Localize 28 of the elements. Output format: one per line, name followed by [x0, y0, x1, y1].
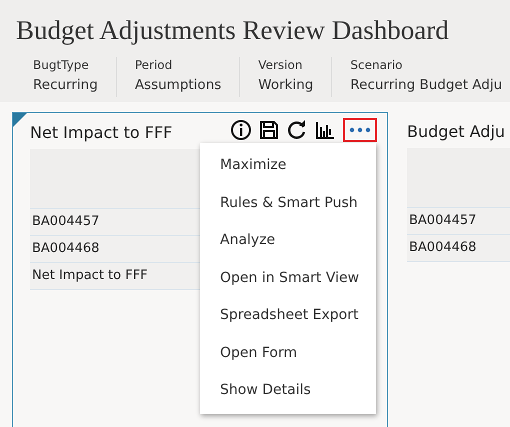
- filter-label: Period: [134, 57, 174, 73]
- refresh-button[interactable]: [287, 120, 307, 140]
- filter-value[interactable]: Recurring Budget Adju: [350, 75, 502, 95]
- ellipsis-icon: [349, 126, 371, 134]
- info-button[interactable]: [231, 120, 251, 140]
- corner-marker: [13, 113, 27, 127]
- panel-title: Net Impact to FFF: [30, 122, 172, 142]
- save-button[interactable]: [259, 120, 279, 140]
- bar-chart-button[interactable]: [315, 120, 335, 140]
- filter-value[interactable]: Assumptions: [134, 75, 222, 95]
- filter-label: Version: [258, 57, 304, 73]
- filter-label: Scenario: [350, 57, 404, 73]
- info-icon: [231, 120, 251, 140]
- bar-chart-icon: [315, 120, 335, 140]
- menu-item[interactable]: Spreadsheet Export: [200, 297, 376, 334]
- menu-item[interactable]: Show Details: [200, 372, 376, 410]
- dashboard-title: Budget Adjustments Review Dashboard: [16, 14, 450, 46]
- panel-title: Budget Adju: [407, 122, 506, 140]
- menu-item[interactable]: Maximize: [200, 147, 376, 184]
- row-label: BA004468: [407, 235, 510, 262]
- filter-label: BugtType: [33, 57, 90, 73]
- save-icon: [259, 120, 279, 140]
- row-label: BA004457: [407, 208, 510, 235]
- filter-value[interactable]: Working: [258, 75, 314, 95]
- filter-value[interactable]: Recurring: [33, 75, 98, 95]
- more-button[interactable]: [343, 118, 377, 142]
- menu-item[interactable]: Open Form: [200, 334, 376, 372]
- refresh-icon: [287, 120, 307, 140]
